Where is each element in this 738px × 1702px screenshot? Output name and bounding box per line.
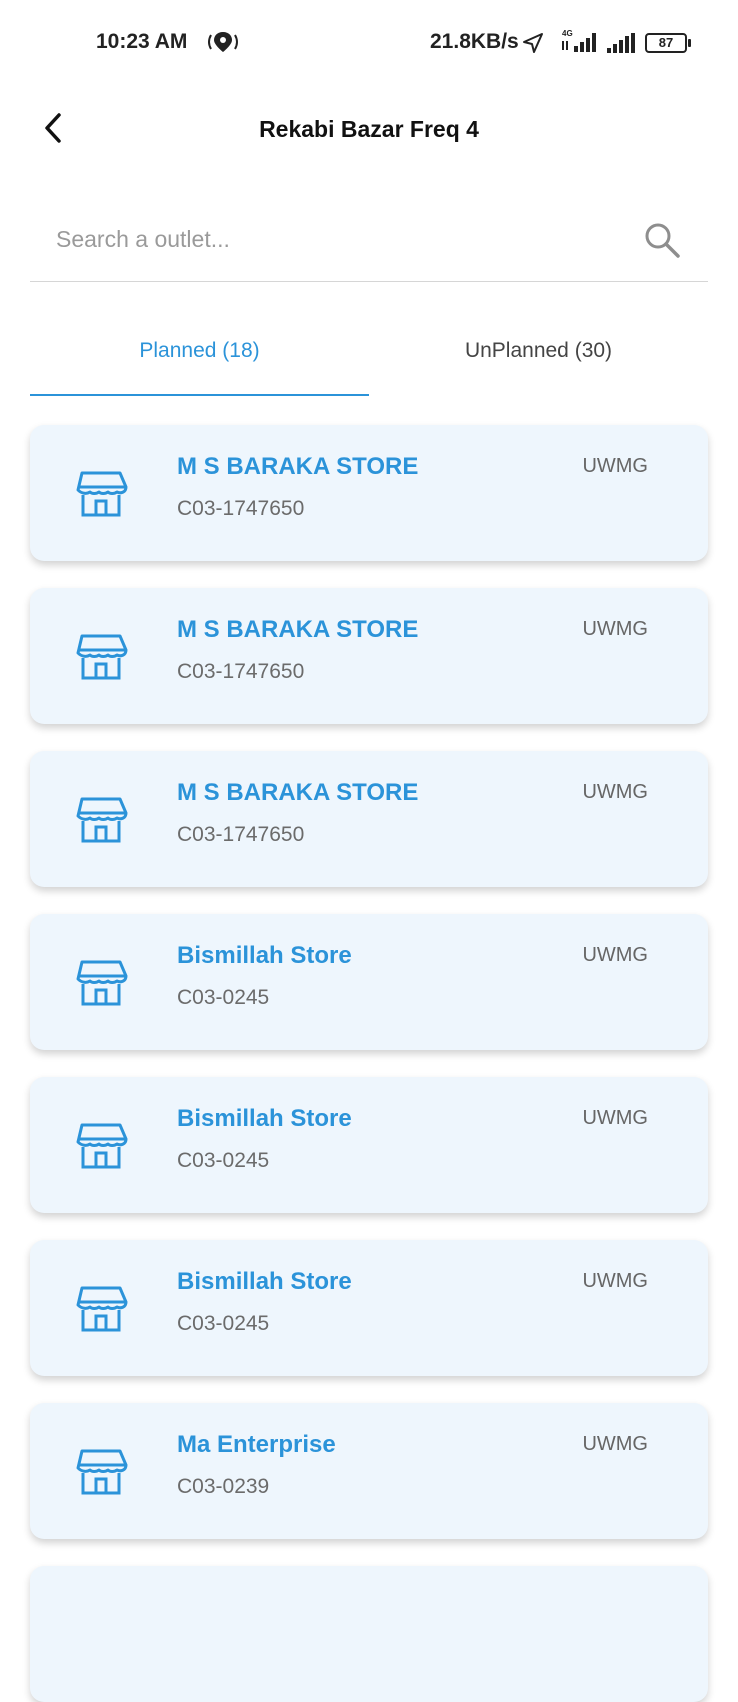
signal-icon-2 <box>607 33 635 53</box>
battery-level: 87 <box>658 35 674 50</box>
search-icon[interactable] <box>642 220 682 260</box>
tab-unplanned[interactable]: UnPlanned (30) <box>369 318 708 396</box>
outlet-code: C03-1747650 <box>177 660 305 683</box>
outlet-name: M S BARAKA STORE <box>177 779 419 806</box>
outlet-tag: UWMG <box>582 455 648 477</box>
outlet-code: C03-0239 <box>177 1475 270 1498</box>
outlet-code: C03-0245 <box>177 986 270 1009</box>
page-title: Rekabi Bazar Freq 4 <box>259 116 479 142</box>
store-icon <box>76 471 128 517</box>
status-time: 10:23 AM <box>96 30 188 53</box>
store-icon <box>76 1123 128 1169</box>
navigation-arrow-icon <box>523 33 543 53</box>
outlet-tag: UWMG <box>582 1270 648 1292</box>
store-icon <box>76 797 128 843</box>
outlet-card[interactable]: Ma Enterprise C03-0239 UWMG <box>30 1403 708 1539</box>
outlet-card[interactable]: Bismillah Store C03-0245 UWMG <box>30 914 708 1050</box>
outlet-code: C03-0245 <box>177 1312 270 1335</box>
tab-bar: Planned (18) UnPlanned (30) <box>30 318 708 396</box>
outlet-name: M S BARAKA STORE <box>177 616 419 643</box>
status-bar: 10:23 AM 21.8KB/s 4G 87 <box>0 0 738 86</box>
search-bar <box>30 205 708 282</box>
store-icon <box>76 1449 128 1495</box>
search-input[interactable] <box>56 219 616 259</box>
tab-planned[interactable]: Planned (18) <box>30 318 369 396</box>
battery-icon: 87 <box>645 33 691 53</box>
outlet-tag: UWMG <box>582 1107 648 1129</box>
outlet-card[interactable]: M S BARAKA STORE C03-1747650 UWMG <box>30 588 708 724</box>
location-pin-icon <box>208 32 238 52</box>
outlet-tag: UWMG <box>582 618 648 640</box>
outlet-card[interactable] <box>30 1566 708 1702</box>
outlet-card[interactable]: M S BARAKA STORE C03-1747650 UWMG <box>30 751 708 887</box>
outlet-card[interactable]: Bismillah Store C03-0245 UWMG <box>30 1077 708 1213</box>
outlet-name: Bismillah Store <box>177 1268 352 1295</box>
signal-icon: 4G <box>562 29 596 52</box>
store-icon <box>76 960 128 1006</box>
outlet-code: C03-1747650 <box>177 823 305 846</box>
outlet-name: Ma Enterprise <box>177 1431 336 1458</box>
outlet-tag: UWMG <box>582 944 648 966</box>
store-icon <box>76 1286 128 1332</box>
outlet-name: M S BARAKA STORE <box>177 453 419 480</box>
network-speed: 21.8KB/s <box>430 30 519 53</box>
outlet-code: C03-0245 <box>177 1149 270 1172</box>
outlet-tag: UWMG <box>582 1433 648 1455</box>
outlet-name: Bismillah Store <box>177 1105 352 1132</box>
outlet-code: C03-1747650 <box>177 497 305 520</box>
app-header: Rekabi Bazar Freq 4 <box>0 86 738 172</box>
store-icon <box>76 634 128 680</box>
outlet-card[interactable]: M S BARAKA STORE C03-1747650 UWMG <box>30 425 708 561</box>
network-type-label: 4G <box>562 29 573 38</box>
outlet-card[interactable]: Bismillah Store C03-0245 UWMG <box>30 1240 708 1376</box>
outlet-tag: UWMG <box>582 781 648 803</box>
outlet-name: Bismillah Store <box>177 942 352 969</box>
